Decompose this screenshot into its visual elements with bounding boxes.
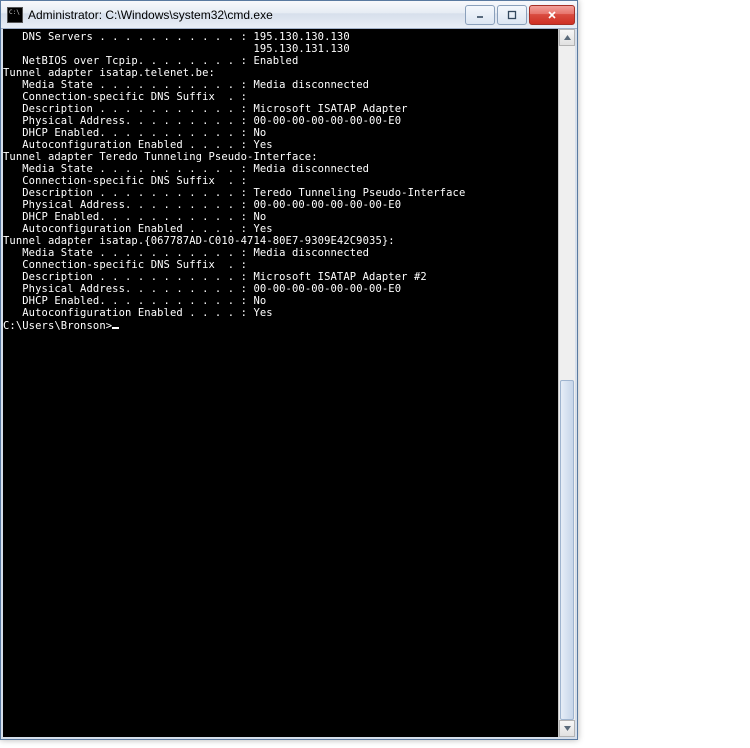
a2-phys-val: 00-00-00-00-00-00-00-E0 bbox=[253, 199, 401, 211]
adapter2-header: Tunnel adapter Teredo Tunneling Pseudo-I… bbox=[3, 151, 558, 163]
window-controls bbox=[463, 5, 575, 25]
a2-desc-label: Description . . . . . . . . . . . : bbox=[3, 187, 253, 199]
window-title: Administrator: C:\Windows\system32\cmd.e… bbox=[28, 8, 463, 22]
adapter1-header: Tunnel adapter isatap.telenet.be: bbox=[3, 67, 558, 79]
a1-media-label: Media State . . . . . . . . . . . : bbox=[3, 79, 253, 91]
vertical-scrollbar[interactable] bbox=[558, 29, 575, 737]
a3-suffix: Connection-specific DNS Suffix . : bbox=[3, 259, 558, 271]
dns-server-2: 195.130.131.130 bbox=[253, 43, 349, 55]
minimize-button[interactable] bbox=[465, 5, 495, 25]
a2-suffix: Connection-specific DNS Suffix . : bbox=[3, 175, 558, 187]
a3-media-val: Media disconnected bbox=[253, 247, 369, 259]
a1-dhcp-val: No bbox=[253, 127, 266, 139]
a1-media-val: Media disconnected bbox=[253, 79, 369, 91]
a1-phys-val: 00-00-00-00-00-00-00-E0 bbox=[253, 115, 401, 127]
a1-dhcp-label: DHCP Enabled. . . . . . . . . . . : bbox=[3, 127, 253, 139]
maximize-button[interactable] bbox=[497, 5, 527, 25]
a1-auto-val: Yes bbox=[253, 139, 272, 151]
a3-desc-label: Description . . . . . . . . . . . : bbox=[3, 271, 253, 283]
a1-phys-label: Physical Address. . . . . . . . . : bbox=[3, 115, 253, 127]
a2-media-label: Media State . . . . . . . . . . . : bbox=[3, 163, 253, 175]
scroll-down-button[interactable] bbox=[559, 720, 575, 737]
a2-dhcp-val: No bbox=[253, 211, 266, 223]
scroll-track[interactable] bbox=[559, 46, 575, 720]
dns-server-1: 195.130.130.130 bbox=[253, 31, 349, 43]
prompt: C:\Users\Bronson> bbox=[3, 320, 112, 332]
titlebar[interactable]: Administrator: C:\Windows\system32\cmd.e… bbox=[1, 1, 577, 29]
a1-suffix: Connection-specific DNS Suffix . : bbox=[3, 91, 558, 103]
client-area: DNS Servers . . . . . . . . . . . : 195.… bbox=[1, 29, 577, 739]
a2-auto-val: Yes bbox=[253, 223, 272, 235]
a3-media-label: Media State . . . . . . . . . . . : bbox=[3, 247, 253, 259]
a1-desc-val: Microsoft ISATAP Adapter bbox=[253, 103, 407, 115]
scroll-up-button[interactable] bbox=[559, 29, 575, 46]
a3-auto-val: Yes bbox=[253, 307, 272, 319]
a2-desc-val: Teredo Tunneling Pseudo-Interface bbox=[253, 187, 465, 199]
cursor-icon bbox=[112, 319, 119, 329]
terminal-output[interactable]: DNS Servers . . . . . . . . . . . : 195.… bbox=[3, 29, 558, 737]
a2-media-val: Media disconnected bbox=[253, 163, 369, 175]
a3-desc-val: Microsoft ISATAP Adapter #2 bbox=[253, 271, 426, 283]
a3-dhcp-label: DHCP Enabled. . . . . . . . . . . : bbox=[3, 295, 253, 307]
close-button[interactable] bbox=[529, 5, 575, 25]
adapter3-header: Tunnel adapter isatap.{067787AD-C010-471… bbox=[3, 235, 558, 247]
a2-auto-label: Autoconfiguration Enabled . . . . : bbox=[3, 223, 253, 235]
scroll-thumb[interactable] bbox=[560, 380, 574, 720]
dns-servers-label: DNS Servers . . . . . . . . . . . : bbox=[3, 31, 253, 43]
a1-desc-label: Description . . . . . . . . . . . : bbox=[3, 103, 253, 115]
a3-phys-val: 00-00-00-00-00-00-00-E0 bbox=[253, 283, 401, 295]
a2-phys-label: Physical Address. . . . . . . . . : bbox=[3, 199, 253, 211]
a1-auto-label: Autoconfiguration Enabled . . . . : bbox=[3, 139, 253, 151]
netbios-label: NetBIOS over Tcpip. . . . . . . . : bbox=[3, 55, 253, 67]
a3-auto-label: Autoconfiguration Enabled . . . . : bbox=[3, 307, 253, 319]
dns-pad bbox=[3, 43, 253, 55]
cmd-window: Administrator: C:\Windows\system32\cmd.e… bbox=[0, 0, 578, 740]
a3-dhcp-val: No bbox=[253, 295, 266, 307]
a2-dhcp-label: DHCP Enabled. . . . . . . . . . . : bbox=[3, 211, 253, 223]
cmd-icon bbox=[7, 7, 23, 23]
netbios-value: Enabled bbox=[253, 55, 298, 67]
a3-phys-label: Physical Address. . . . . . . . . : bbox=[3, 283, 253, 295]
